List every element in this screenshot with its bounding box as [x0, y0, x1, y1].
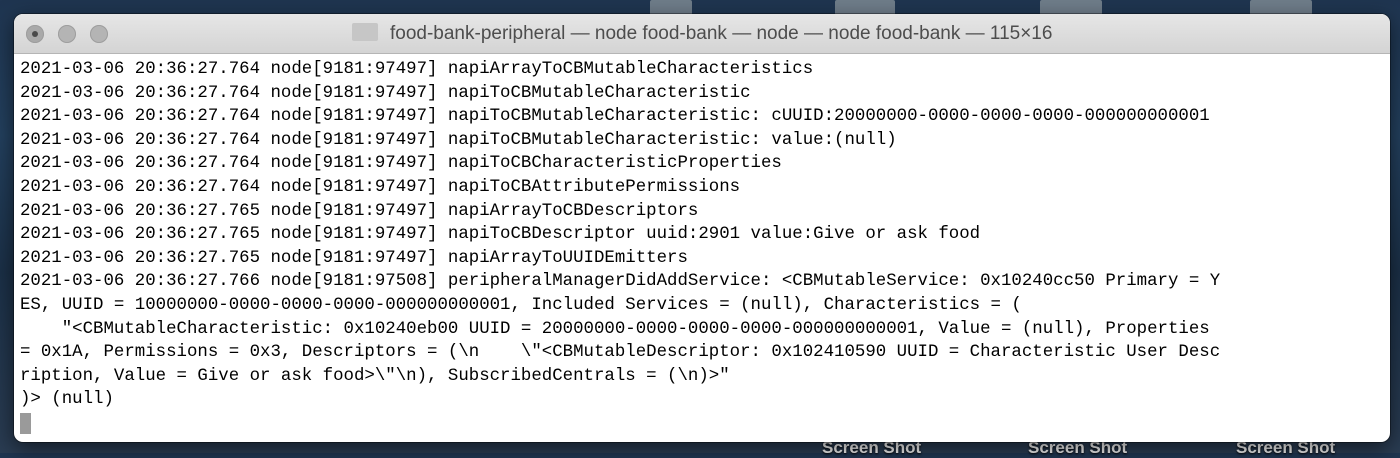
terminal-line: 2021-03-06 20:36:27.765 node[9181:97497]… — [20, 225, 981, 245]
terminal-line: ES, UUID = 10000000-0000-0000-0000-00000… — [20, 295, 1022, 315]
terminal-line: 2021-03-06 20:36:27.764 node[9181:97497]… — [20, 177, 741, 197]
terminal-line: 2021-03-06 20:36:27.765 node[9181:97497]… — [20, 201, 699, 221]
window-title: food-bank-peripheral — node food-bank — … — [389, 23, 1053, 44]
terminal-line: 2021-03-06 20:36:27.764 node[9181:97497]… — [20, 107, 1210, 127]
terminal-line: = 0x1A, Permissions = 0x3, Descriptors =… — [20, 343, 1221, 363]
terminal-output[interactable]: 2021-03-06 20:36:27.764 node[9181:97497]… — [14, 54, 1390, 442]
cursor-line — [20, 412, 1390, 436]
terminal-line: 2021-03-06 20:36:27.766 node[9181:97508]… — [20, 272, 1221, 292]
title-bar[interactable]: food-bank-peripheral — node food-bank — … — [14, 14, 1390, 54]
text-cursor — [20, 412, 31, 434]
terminal-line: 2021-03-06 20:36:27.765 node[9181:97497]… — [20, 248, 688, 268]
terminal-line: 2021-03-06 20:36:27.764 node[9181:97497]… — [20, 60, 814, 79]
terminal-line: 2021-03-06 20:36:27.764 node[9181:97497]… — [20, 130, 897, 150]
terminal-window[interactable]: food-bank-peripheral — node food-bank — … — [14, 14, 1390, 442]
folder-icon — [351, 23, 378, 41]
terminal-line: ription, Value = Give or ask food>\"\n),… — [20, 366, 730, 386]
terminal-line: 2021-03-06 20:36:27.764 node[9181:97497]… — [20, 154, 782, 174]
terminal-line: )> (null) — [20, 390, 114, 410]
window-title-area: food-bank-peripheral — node food-bank — … — [14, 14, 1390, 54]
terminal-line: "<CBMutableCharacteristic: 0x10240eb00 U… — [20, 319, 1210, 339]
terminal-line: 2021-03-06 20:36:27.764 node[9181:97497]… — [20, 83, 751, 103]
